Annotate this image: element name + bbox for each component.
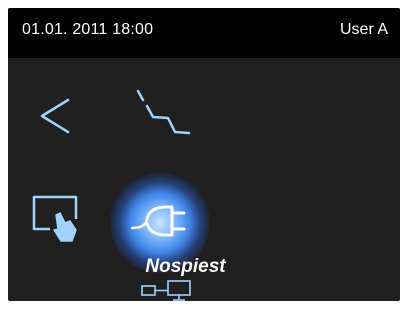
touch-screen-button[interactable] bbox=[30, 193, 86, 249]
touch-screen-icon bbox=[32, 195, 78, 242]
status-bar: 01.01. 2011 18:00 User A bbox=[8, 8, 400, 58]
chevron-left-icon bbox=[40, 98, 70, 134]
device-screen: 01.01. 2011 18:00 User A Nospiest bbox=[8, 8, 400, 301]
datetime: 01.01. 2011 18:00 bbox=[22, 21, 154, 38]
user-name[interactable]: User A bbox=[340, 21, 388, 39]
link-line-icon bbox=[136, 89, 191, 135]
network-connection-icon bbox=[141, 280, 191, 301]
link-button[interactable] bbox=[133, 88, 193, 144]
back-button[interactable] bbox=[36, 96, 76, 136]
selected-item-label: Nospiest bbox=[145, 256, 226, 277]
